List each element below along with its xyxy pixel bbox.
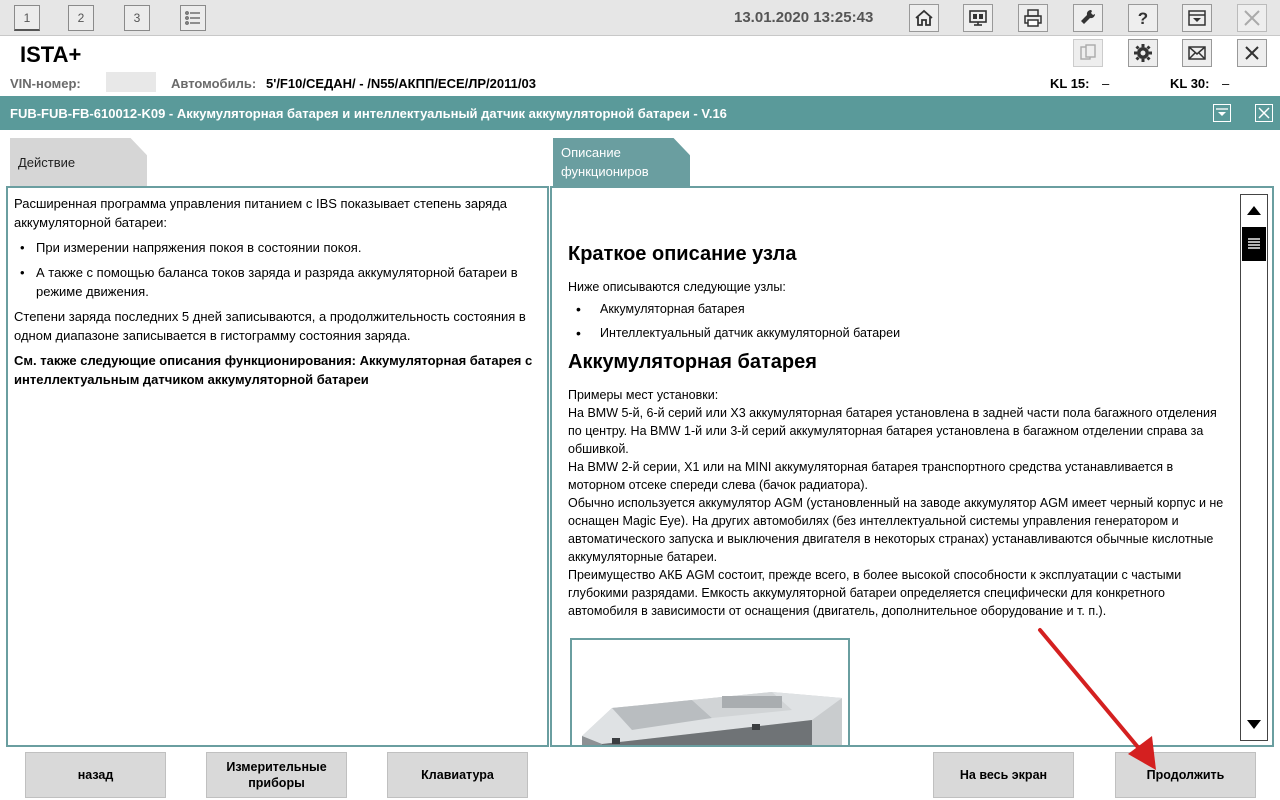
battery-image xyxy=(570,638,850,745)
window-1-button[interactable]: 1 xyxy=(14,5,40,31)
document-button[interactable] xyxy=(1073,39,1103,67)
kl15-value: – xyxy=(1102,76,1110,91)
minimize-icon xyxy=(1188,10,1206,26)
window-1-label: 1 xyxy=(23,10,31,25)
scroll-down-button[interactable] xyxy=(1241,712,1267,738)
back-button[interactable]: назад xyxy=(25,752,166,798)
text-line: Преимущество АКБ AGM состоит, прежде все… xyxy=(568,568,1182,618)
list-view-button[interactable] xyxy=(180,5,206,31)
app-title: ISTA+ xyxy=(20,42,82,67)
arrow-down-icon xyxy=(1247,720,1261,729)
action-intro: Расширенная программа управления питание… xyxy=(14,196,508,230)
dropdown-icon xyxy=(1216,108,1228,116)
title-bar: ISTA+ xyxy=(0,36,1280,70)
scroll-thumb[interactable] xyxy=(1242,227,1266,261)
help-icon: ? xyxy=(1138,9,1148,28)
fullscreen-button[interactable]: На весь экран xyxy=(933,752,1074,798)
kl30-label: KL 30: xyxy=(1170,76,1210,91)
arrow-up-icon xyxy=(1247,206,1261,215)
document-icon xyxy=(1080,44,1096,60)
battery-illustration xyxy=(582,692,842,745)
list-item: А также с помощью баланса токов заряда и… xyxy=(14,263,541,301)
list-item: Аккумуляторная батарея xyxy=(568,300,1224,318)
datetime-display: 13.01.2020 13:25:43 xyxy=(734,9,874,26)
help-button[interactable]: ? xyxy=(1128,4,1158,32)
vin-label: VIN-номер: xyxy=(10,76,81,91)
close-icon xyxy=(1258,107,1270,119)
window-3-label: 3 xyxy=(133,11,141,25)
service-button[interactable] xyxy=(1073,4,1103,32)
window-2-button[interactable]: 2 xyxy=(68,5,94,31)
instruments-button[interactable]: Измерительные приборы xyxy=(206,752,347,798)
gear-icon xyxy=(1134,44,1152,62)
battery-description: Примеры мест установки: На BMW 5-й, 6-й … xyxy=(568,386,1224,620)
mail-button[interactable] xyxy=(1182,39,1212,67)
kl15-label: KL 15: xyxy=(1050,76,1090,91)
home-icon xyxy=(915,9,933,26)
continue-button[interactable]: Продолжить xyxy=(1115,752,1256,798)
description-panel: Краткое описание узла Ниже описываются с… xyxy=(550,186,1274,747)
keyboard-button[interactable]: Клавиатура xyxy=(387,752,528,798)
scroll-up-button[interactable] xyxy=(1241,197,1267,223)
minimize-button[interactable] xyxy=(1182,4,1212,32)
display-button[interactable] xyxy=(963,4,993,32)
description-scrollbar[interactable] xyxy=(1240,194,1268,741)
display-icon xyxy=(969,10,987,26)
vehicle-info-row: VIN-номер: Автомобиль: 5'/F10/СЕДАН/ - /… xyxy=(0,70,1280,96)
text-line: Примеры мест установки: xyxy=(568,388,719,402)
close-icon xyxy=(1244,10,1260,26)
grip-icon xyxy=(1248,238,1260,249)
settings-button[interactable] xyxy=(1128,39,1158,67)
description-content: Краткое описание узла Ниже описываются с… xyxy=(568,188,1224,620)
document-title: FUB-FUB-FB-610012-K09 - Аккумуляторная б… xyxy=(10,106,727,121)
home-button[interactable] xyxy=(909,4,939,32)
document-header: FUB-FUB-FB-610012-K09 - Аккумуляторная б… xyxy=(0,96,1280,130)
list-icon xyxy=(185,11,200,25)
tab-action[interactable]: Действие xyxy=(10,138,147,186)
section-heading: Аккумуляторная батарея xyxy=(568,351,817,373)
see-also-link[interactable]: См. также следующие описания функциониро… xyxy=(14,351,541,389)
vin-value-redacted xyxy=(106,72,156,92)
svg-text:?: ? xyxy=(1138,9,1148,28)
top-toolbar: 1 2 3 13.01.2020 13:25:43 ? xyxy=(0,0,1280,36)
car-value: 5'/F10/СЕДАН/ - /N55/АКПП/ECE/ЛР/2011/03 xyxy=(266,76,536,91)
car-label: Автомобиль: xyxy=(171,76,257,91)
close-window-button[interactable] xyxy=(1237,39,1267,67)
tab-function-description[interactable]: Описание функциониров xyxy=(553,138,690,186)
component-list: Аккумуляторная батарея Интеллектуальный … xyxy=(568,300,1224,342)
text-line: На BMW 2-й серии, X1 или на MINI аккумул… xyxy=(568,460,1174,492)
wrench-icon xyxy=(1081,9,1096,24)
mail-icon xyxy=(1188,46,1206,60)
document-dropdown-button[interactable] xyxy=(1213,104,1231,122)
text-line: Обычно используется аккумулятор AGM (уст… xyxy=(568,496,1224,564)
list-item: При измерении напряжения покоя в состоян… xyxy=(14,238,541,257)
action-paragraph: Степени заряда последних 5 дней записыва… xyxy=(14,309,526,343)
print-button[interactable] xyxy=(1018,4,1048,32)
close-icon xyxy=(1245,46,1259,60)
document-close-button[interactable] xyxy=(1255,104,1273,122)
printer-icon xyxy=(1024,9,1042,27)
close-app-button[interactable] xyxy=(1237,4,1267,32)
kl30-value: – xyxy=(1222,76,1230,91)
section-heading: Краткое описание узла xyxy=(568,243,797,265)
section-intro: Ниже описываются следующие узлы: xyxy=(568,280,786,294)
window-3-button[interactable]: 3 xyxy=(124,5,150,31)
list-item: Интеллектуальный датчик аккумуляторной б… xyxy=(568,324,1224,342)
action-bullet-list: При измерении напряжения покоя в состоян… xyxy=(14,238,541,301)
window-2-label: 2 xyxy=(77,11,85,25)
text-line: На BMW 5-й, 6-й серий или X3 аккумулятор… xyxy=(568,406,1217,456)
action-panel: Расширенная программа управления питание… xyxy=(6,186,549,747)
